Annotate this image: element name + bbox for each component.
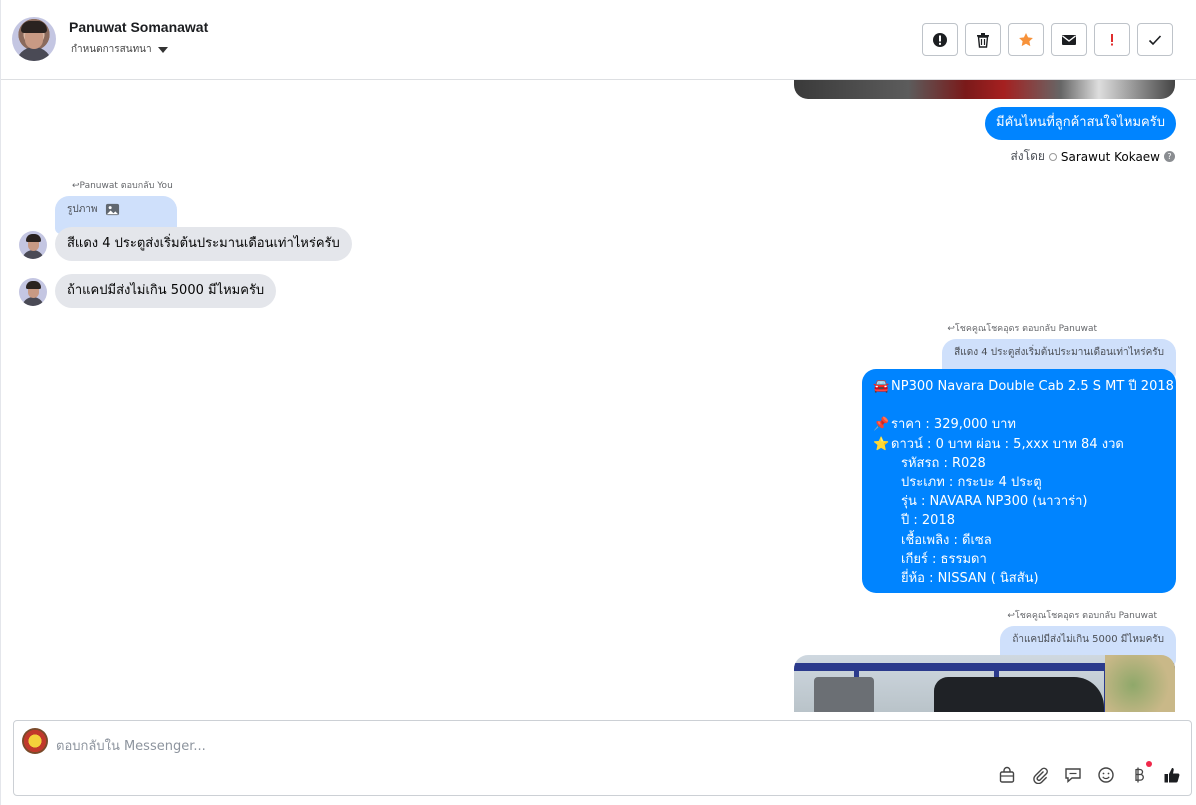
message-list[interactable]: มีคันไหนที่ลูกค้าสนใจไหมครับ ส่งโดย Sara… — [1, 80, 1196, 712]
conversation-schedule-dropdown[interactable]: กำหนดการสนทนา — [71, 42, 168, 57]
outgoing-message[interactable]: มีคันไหนที่ลูกค้าสนใจไหมครับ — [985, 107, 1176, 140]
mark-done-button[interactable] — [1137, 23, 1173, 56]
incoming-message[interactable]: สีแดง 4 ประตูส่งเริ่มต้นประมานเดือนเท่าไ… — [55, 227, 352, 261]
quoted-text: รูปภาพ — [67, 204, 98, 215]
trash-icon — [977, 32, 989, 48]
flag-button[interactable] — [1094, 23, 1130, 56]
like-button[interactable] — [1162, 765, 1181, 784]
car-code: รหัสรถ : R028 — [901, 455, 986, 471]
car-fuel: เชื้อเพลิง : ดีเซล — [901, 532, 992, 548]
contact-name[interactable]: Panuwat Somanawat — [69, 19, 208, 35]
reply-arrow-icon: ↩ — [947, 324, 955, 334]
saved-replies-button[interactable] — [1063, 765, 1082, 784]
reply-meta-text: โชคคูณโชคอุดร ตอบกลับ Panuwat — [954, 324, 1097, 334]
sent-by-name[interactable]: Sarawut Kokaew — [1061, 150, 1160, 164]
baht-icon — [1134, 767, 1144, 782]
car-details-message[interactable]: 🚘 NP300 Navara Double Cab 2.5 S MT ปี 201… — [862, 369, 1176, 593]
contact-avatar-small[interactable] — [19, 231, 47, 259]
composer-toolbar — [997, 761, 1181, 784]
help-icon[interactable]: ? — [1164, 151, 1175, 162]
shopping-bag-icon — [999, 766, 1014, 783]
pin-emoji-icon: 📌 — [873, 417, 890, 433]
car-type: ประเภท : กระบะ 4 ประตู — [901, 474, 1042, 490]
paperclip-icon — [1032, 767, 1048, 784]
inbox-conversation-view: Panuwat Somanawat กำหนดการสนทนา มีคันไหน… — [0, 0, 1196, 805]
star-button[interactable] — [1008, 23, 1044, 56]
envelope-icon — [1062, 34, 1076, 45]
incoming-message[interactable]: ถ้าแคปมีส่งไม่เกิน 5000 มีไหมครับ — [55, 274, 277, 308]
caret-down-icon — [157, 46, 168, 53]
notification-dot — [1146, 761, 1152, 767]
car-photo-message[interactable] — [794, 655, 1175, 712]
attach-button[interactable] — [1030, 765, 1049, 784]
reply-meta: ↩Panuwat ตอบกลับ You — [72, 178, 173, 192]
info-button[interactable] — [922, 23, 958, 56]
image-icon — [105, 203, 120, 216]
header-actions — [922, 23, 1173, 56]
reply-composer[interactable]: ตอบกลับใน Messenger... — [13, 720, 1192, 796]
star-emoji-icon: ⭐ — [873, 436, 890, 452]
car-price: ราคา : 329,000 บาท — [891, 417, 1016, 433]
car-title: NP300 Navara Double Cab 2.5 S MT ปี 2018 — [891, 379, 1174, 394]
star-icon — [1019, 32, 1033, 46]
contact-avatar[interactable] — [12, 17, 56, 61]
thumbs-up-icon — [1164, 767, 1179, 782]
smiley-icon — [1097, 766, 1114, 783]
car-gear: เกียร์ : ธรรมดา — [901, 551, 987, 567]
reply-meta-text: โชคคูณโชคอุดร ตอบกลับ Panuwat — [1014, 611, 1157, 621]
car-down-payment: ดาวน์ : 0 บาท ผ่อน : 5,xxx บาท 84 งวด — [891, 436, 1124, 452]
reply-arrow-icon: ↩ — [72, 181, 80, 191]
reply-meta-text: Panuwat ตอบกลับ You — [79, 181, 173, 191]
car-photo-message[interactable] — [794, 80, 1175, 99]
reply-arrow-icon: ↩ — [1007, 611, 1015, 621]
check-icon — [1148, 34, 1162, 45]
mark-unread-button[interactable] — [1051, 23, 1087, 56]
emoji-button[interactable] — [1096, 765, 1115, 784]
car-year: ปี : 2018 — [901, 513, 955, 529]
reply-input[interactable]: ตอบกลับใน Messenger... — [56, 735, 206, 756]
conversation-header: Panuwat Somanawat กำหนดการสนทนา — [1, 0, 1196, 80]
sent-by-label: ส่งโดย — [1010, 149, 1045, 163]
reply-meta: ↩โชคคูณโชคอุดร ตอบกลับ Panuwat — [1007, 608, 1157, 622]
info-circle-icon — [933, 32, 947, 47]
exclamation-icon — [1111, 33, 1113, 45]
car-brand: ยี่ห้อ : NISSAN ( นิสสัน) — [901, 570, 1039, 586]
car-model: รุ่น : NAVARA NP300 (นาวาร่า) — [901, 494, 1088, 510]
car-emoji-icon: 🚘 — [873, 379, 890, 394]
verified-icon — [1048, 152, 1057, 161]
delete-button[interactable] — [965, 23, 1001, 56]
chat-bubble-icon — [1064, 767, 1081, 783]
shop-button[interactable] — [997, 765, 1016, 784]
page-avatar — [22, 728, 48, 754]
reply-meta: ↩โชคคูณโชคอุดร ตอบกลับ Panuwat — [947, 321, 1097, 335]
conversation-schedule-label: กำหนดการสนทนา — [71, 44, 152, 55]
contact-avatar-small[interactable] — [19, 278, 47, 306]
payment-button[interactable] — [1129, 761, 1152, 784]
sent-by-line: ส่งโดย Sarawut Kokaew ? — [1010, 147, 1175, 166]
